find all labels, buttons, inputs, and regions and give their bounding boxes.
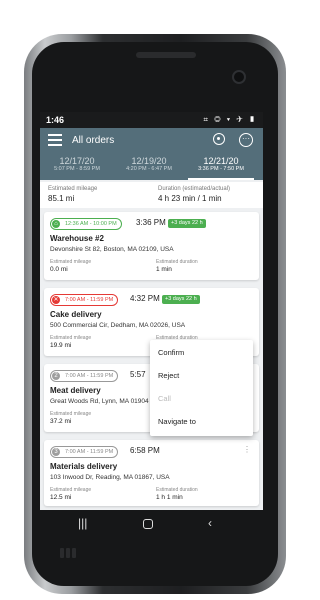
more-options-icon[interactable]: ···	[239, 133, 253, 147]
tab-date-3[interactable]: 12/21/20 3:36 PM - 7:50 PM	[188, 156, 254, 180]
status-icons: ⌗ ◎ ▾ ✈ ▮	[203, 115, 257, 124]
tab-date: 12/21/20	[203, 156, 239, 166]
menu-item-call: Call	[158, 394, 171, 403]
duration-label: Estimated duration	[156, 259, 198, 265]
mileage-label: Estimated mileage	[48, 186, 98, 192]
locate-icon[interactable]	[213, 133, 225, 145]
mileage-label: Estimated mileage	[50, 259, 92, 265]
date-tabs: 12/17/20 5:07 PM - 8:59 PM 12/19/20 4:20…	[40, 154, 263, 180]
duration-label: Duration (estimated/actual)	[158, 186, 231, 192]
hamburger-menu-icon[interactable]	[48, 134, 62, 146]
mileage-value: 85.1 mi	[48, 194, 75, 203]
sequence-badge: 3	[52, 448, 60, 456]
summary-mileage: Estimated mileage 85.1 mi	[48, 186, 97, 203]
mileage-value: 19.9 mi	[50, 342, 72, 349]
app-bar: All orders ···	[40, 128, 263, 154]
order-card[interactable]: ⌂ 12:36 AM - 10:00 PM 3:36 PM +3 days 22…	[44, 212, 259, 280]
duration-value: 1 h 1 min	[156, 494, 183, 501]
order-address: Great Woods Rd, Lynn, MA 01904	[50, 398, 149, 405]
menu-item-navigate-to[interactable]: Navigate to	[158, 417, 196, 426]
summary-duration: Duration (estimated/actual) 4 h 23 min /…	[158, 186, 230, 203]
mileage-value: 0.0 mi	[50, 266, 68, 273]
tab-date: 12/17/20	[59, 156, 95, 166]
order-name: Materials delivery	[50, 462, 118, 471]
order-name: Meat delivery	[50, 386, 101, 395]
home-button-icon[interactable]	[143, 519, 153, 529]
system-nav-bar: ||| ‹	[40, 510, 263, 538]
speaker-grille	[60, 545, 84, 558]
tab-range: 4:20 PM - 6:47 PM	[126, 166, 172, 172]
order-name: Warehouse #2	[50, 234, 104, 243]
mileage-value: 37.2 mi	[50, 418, 72, 425]
menu-item-reject[interactable]: Reject	[158, 371, 179, 380]
mileage-label: Estimated mileage	[50, 335, 92, 341]
order-context-menu: Confirm Reject Call Navigate to	[150, 340, 253, 436]
status-time: 1:46	[46, 115, 65, 125]
order-name: Cake delivery	[50, 310, 102, 319]
duration-value: 1 min	[156, 266, 172, 273]
order-address: Devonshire St 82, Boston, MA 02109, USA	[50, 246, 174, 253]
back-icon[interactable]: ‹	[208, 516, 212, 530]
mileage-label: Estimated mileage	[50, 411, 92, 417]
time-window-pill: 2 7:00 AM - 11:59 PM	[50, 370, 119, 382]
arrival-time: 4:32 PM	[130, 294, 160, 303]
mileage-value: 12.5 mi	[50, 494, 72, 501]
cancel-icon: ✕	[52, 296, 60, 304]
overflow-menu-icon[interactable]: ⋮	[243, 445, 251, 454]
duration-value: 4 h 23 min / 1 min	[158, 194, 222, 203]
front-camera	[232, 70, 246, 84]
arrival-time: 3:36 PM	[136, 218, 166, 227]
page-title: All orders	[72, 135, 115, 146]
mileage-label: Estimated mileage	[50, 487, 92, 493]
time-window: 12:36 AM - 10:00 PM	[65, 221, 117, 227]
status-bar: 1:46 ⌗ ◎ ▾ ✈ ▮	[40, 112, 263, 128]
order-card[interactable]: 3 7:00 AM - 11:59 PM 6:58 PM ⋮ Materials…	[44, 440, 259, 506]
earpiece-speaker	[136, 52, 196, 58]
time-window-pill: 3 7:00 AM - 11:59 PM	[50, 446, 119, 458]
time-window: 7:00 AM - 11:59 PM	[65, 373, 114, 379]
home-icon: ⌂	[52, 220, 60, 228]
tab-date-1[interactable]: 12/17/20 5:07 PM - 8:59 PM	[44, 156, 110, 178]
order-address: 500 Commercial Cir, Dedham, MA 02026, US…	[50, 322, 186, 329]
time-window-pill: ⌂ 12:36 AM - 10:00 PM	[50, 218, 122, 230]
menu-item-confirm[interactable]: Confirm	[158, 348, 184, 357]
delay-badge: +3 days 22 h	[162, 295, 200, 304]
time-window: 7:00 AM - 11:59 PM	[65, 449, 114, 455]
recent-apps-icon[interactable]: |||	[78, 516, 87, 530]
arrival-time: 5:57	[130, 370, 146, 379]
route-summary: Estimated mileage 85.1 mi Duration (esti…	[40, 182, 263, 208]
arrival-time: 6:58 PM	[130, 446, 160, 455]
order-address: 103 Inwood Dr, Reading, MA 01867, USA	[50, 474, 170, 481]
tab-range: 3:36 PM - 7:50 PM	[198, 166, 244, 172]
time-window-pill: ✕ 7:00 AM - 11:59 PM	[50, 294, 119, 306]
sequence-badge: 2	[52, 372, 60, 380]
delay-badge: +3 days 22 h	[168, 219, 206, 228]
app-screen: 1:46 ⌗ ◎ ▾ ✈ ▮ All orders ··· 12/17/20 5…	[40, 112, 263, 510]
duration-label: Estimated duration	[156, 487, 198, 493]
time-window: 7:00 AM - 11:59 PM	[65, 297, 114, 303]
tab-date-2[interactable]: 12/19/20 4:20 PM - 6:47 PM	[116, 156, 182, 178]
tab-range: 5:07 PM - 8:59 PM	[54, 166, 100, 172]
tab-date: 12/19/20	[131, 156, 167, 166]
